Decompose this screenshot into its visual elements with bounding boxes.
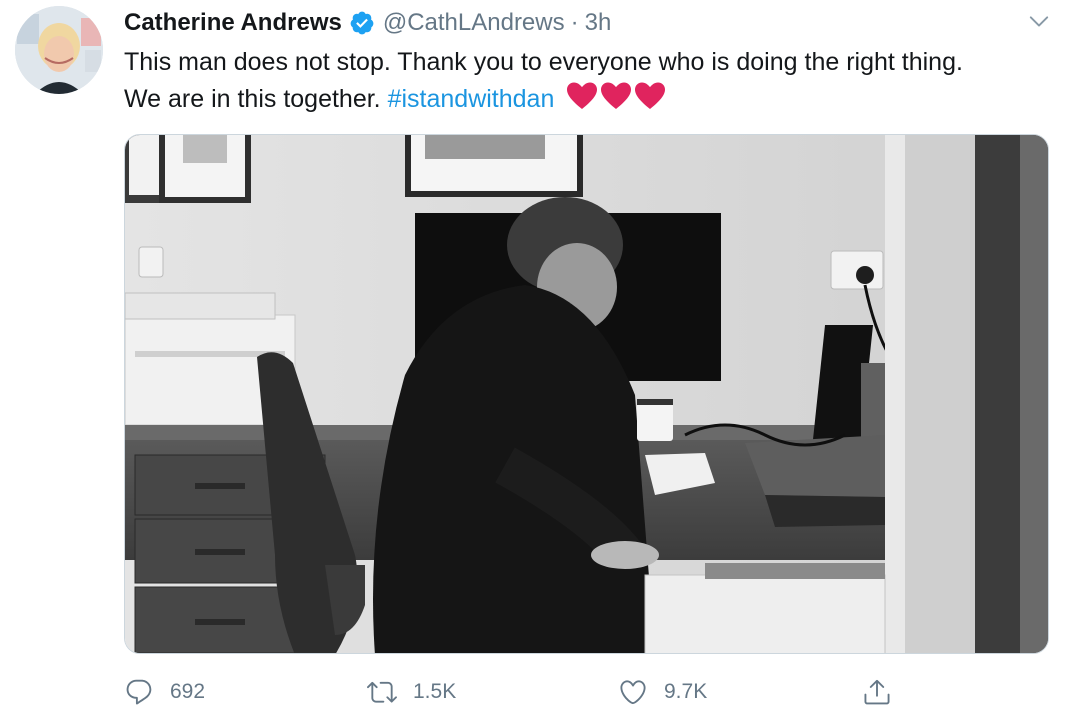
author-name[interactable]: Catherine Andrews	[124, 9, 342, 37]
tweet-text: This man does not stop. Thank you to eve…	[124, 44, 1064, 118]
red-heart-icon	[601, 82, 632, 109]
retweet-count: 1.5K	[413, 680, 457, 703]
share-icon	[864, 679, 890, 705]
tweet-card[interactable]: Catherine Andrews @CathLAndrews · 3h Thi…	[0, 0, 1080, 728]
author-handle[interactable]: @CathLAndrews	[383, 9, 565, 37]
reply-count: 692	[170, 680, 206, 703]
separator-dot: ·	[570, 9, 579, 36]
like-count: 9.7K	[664, 680, 708, 703]
reply-button[interactable]: 692	[124, 670, 205, 714]
retweet-button[interactable]: 1.5K	[367, 670, 456, 714]
tweet-text-line1: This man does not stop. Thank you to eve…	[124, 48, 963, 76]
like-icon	[620, 680, 646, 705]
tweet-timestamp[interactable]: 3h	[585, 9, 612, 37]
hashtag-link[interactable]: #istandwithdan	[388, 85, 555, 113]
verified-badge-icon	[350, 11, 374, 35]
red-heart-icon	[567, 82, 598, 109]
red-heart-icon	[635, 82, 666, 109]
heart-emojis	[565, 81, 667, 111]
tweet-actions: 692 1.5K 9.7K	[124, 670, 1064, 714]
chevron-down-icon[interactable]	[1028, 10, 1050, 32]
reply-icon	[126, 679, 152, 705]
tweet-text-line2: We are in this together.	[124, 85, 388, 113]
share-button[interactable]	[862, 670, 892, 714]
tweet-header: Catherine Andrews @CathLAndrews · 3h	[124, 6, 611, 40]
retweet-icon	[367, 681, 397, 703]
avatar[interactable]	[15, 6, 103, 94]
tweet-photo[interactable]	[124, 134, 1049, 654]
like-button[interactable]: 9.7K	[618, 670, 707, 714]
